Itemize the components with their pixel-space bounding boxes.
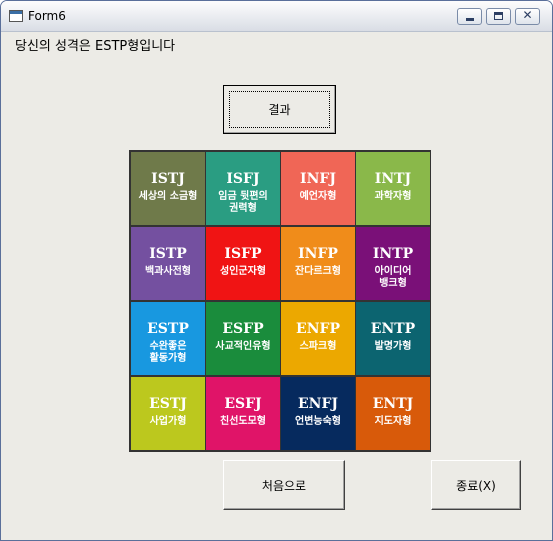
mbti-desc: 사업가형: [149, 416, 187, 427]
mbti-code: ENFP: [296, 321, 340, 337]
mbti-code: ENTJ: [372, 396, 414, 412]
mbti-code: ESFP: [222, 321, 264, 337]
mbti-desc: 친선도모형: [220, 416, 266, 427]
mbti-code: ISFJ: [226, 171, 260, 187]
mbti-tile-estj[interactable]: ESTJ 사업가형: [131, 377, 205, 450]
mbti-code: INTJ: [374, 171, 412, 187]
mbti-desc: 세상의 소금형: [138, 191, 198, 202]
mbti-desc: 백과사전형: [145, 266, 191, 277]
title-bar[interactable]: Form6 ✕: [1, 1, 552, 32]
maximize-icon: [494, 12, 503, 20]
mbti-code: INFP: [298, 246, 338, 262]
mbti-tile-istj[interactable]: ISTJ 세상의 소금형: [131, 152, 205, 225]
form-window: Form6 ✕ 당신의 성격은 ESTP형입니다 결과 ISTJ 세상의 소금형 I…: [0, 0, 553, 541]
mbti-tile-enfp[interactable]: ENFP 스파크형: [281, 302, 355, 375]
mbti-code: ISFP: [224, 246, 262, 262]
mbti-desc: 지도자형: [374, 416, 412, 427]
mbti-code: ISTP: [149, 246, 187, 262]
mbti-code: ESTJ: [149, 396, 187, 412]
mbti-code: ESFJ: [224, 396, 262, 412]
mbti-desc: 성인군자형: [220, 266, 266, 277]
mbti-desc: 언변능숙형: [295, 416, 341, 427]
minimize-icon: [466, 18, 474, 21]
mbti-tile-entj[interactable]: ENTJ 지도자형: [356, 377, 430, 450]
mbti-code: ENFJ: [297, 396, 339, 412]
close-button[interactable]: ✕: [515, 8, 540, 25]
mbti-tile-esfj[interactable]: ESFJ 친선도모형: [206, 377, 280, 450]
mbti-tile-intp[interactable]: INTP 아이디어 뱅크형: [356, 227, 430, 300]
mbti-desc: 과학자형: [374, 191, 412, 202]
form-icon[interactable]: [9, 10, 23, 22]
close-icon: ✕: [522, 8, 533, 22]
mbti-tile-estp[interactable]: ESTP 수완좋은 활동가형: [131, 302, 205, 375]
mbti-tile-infp[interactable]: INFP 잔다르크형: [281, 227, 355, 300]
mbti-code: ESTP: [147, 321, 189, 337]
result-button[interactable]: 결과: [223, 85, 336, 134]
mbti-desc: 임금 뒷편의 권력형: [218, 191, 268, 214]
exit-button-label: 종료(X): [456, 478, 496, 493]
mbti-code: ISTJ: [151, 171, 185, 187]
mbti-grid: ISTJ 세상의 소금형 ISFJ 임금 뒷편의 권력형 INFJ 예언자형 INTJ 과학자…: [129, 150, 431, 452]
exit-button[interactable]: 종료(X): [431, 460, 521, 510]
mbti-desc: 수완좋은 활동가형: [149, 341, 187, 364]
mbti-desc: 발명가형: [374, 341, 412, 352]
mbti-desc: 스파크형: [299, 341, 337, 352]
result-button-label: 결과: [268, 103, 291, 117]
mbti-tile-isfp[interactable]: ISFP 성인군자형: [206, 227, 280, 300]
mbti-desc: 사교적인유형: [215, 341, 271, 352]
maximize-button[interactable]: [486, 8, 511, 25]
mbti-tile-esfp[interactable]: ESFP 사교적인유형: [206, 302, 280, 375]
home-button-label: 처음으로: [261, 478, 307, 493]
minimize-button[interactable]: [457, 8, 482, 25]
mbti-desc: 아이디어 뱅크형: [374, 266, 412, 289]
mbti-code: INFJ: [300, 171, 336, 187]
result-label: 당신의 성격은 ESTP형입니다: [15, 39, 176, 54]
mbti-code: INTP: [372, 246, 414, 262]
mbti-tile-infj[interactable]: INFJ 예언자형: [281, 152, 355, 225]
mbti-tile-istp[interactable]: ISTP 백과사전형: [131, 227, 205, 300]
home-button[interactable]: 처음으로: [223, 460, 345, 510]
mbti-tile-entp[interactable]: ENTP 발명가형: [356, 302, 430, 375]
mbti-desc: 잔다르크형: [295, 266, 341, 277]
mbti-tile-isfj[interactable]: ISFJ 임금 뒷편의 권력형: [206, 152, 280, 225]
mbti-tile-intj[interactable]: INTJ 과학자형: [356, 152, 430, 225]
mbti-code: ENTP: [370, 321, 416, 337]
window-title: Form6: [28, 9, 66, 23]
mbti-tile-enfj[interactable]: ENFJ 언변능숙형: [281, 377, 355, 450]
mbti-desc: 예언자형: [299, 191, 337, 202]
